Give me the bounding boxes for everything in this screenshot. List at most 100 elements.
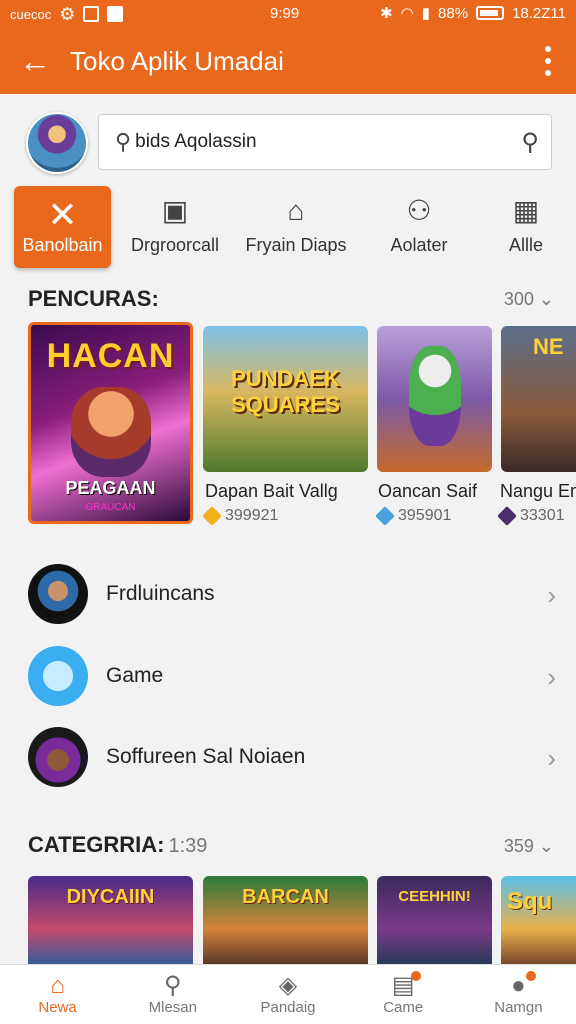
section-title: CATEGRRIA: 1:39	[28, 832, 207, 858]
app-thumbnail[interactable]: PUNDAEK SQUARES	[203, 326, 368, 472]
chevron-down-icon: ⌄	[538, 836, 554, 856]
nav-label: Newa	[38, 999, 77, 1016]
nav-label: Mlesan	[148, 999, 197, 1016]
page-title: Toko Aplik Umadai	[70, 45, 284, 76]
section-count: 359	[503, 836, 534, 856]
chevron-right-icon: ›	[547, 580, 556, 610]
search-submit-icon[interactable]: ⚲	[521, 128, 539, 157]
settings-status-icon: ⚙	[59, 3, 76, 24]
app-rating: 33301	[497, 506, 565, 526]
featured-subtitle: PEAGAAN	[65, 478, 156, 498]
category-label: Banolbain	[22, 235, 103, 255]
status-bar: cuecoc ⚙ 9:99 ✱ ◠ ▮ 88% 18.2Z11	[0, 0, 576, 28]
nav-profile[interactable]: ● Namgn	[461, 965, 576, 1024]
category-tile[interactable]: CEEHHIN!	[377, 876, 492, 964]
app-art-text: PUNDAEK SQUARES	[231, 366, 340, 417]
close-icon: ✕	[47, 194, 78, 235]
list-avatar	[28, 727, 88, 787]
app-title[interactable]: Oancan Saif	[378, 481, 477, 502]
nav-play[interactable]: ◈ Pandaig	[230, 965, 345, 1024]
featured-character-image	[71, 387, 151, 477]
gem-icon	[202, 506, 222, 526]
arrow-left-icon: ←	[19, 42, 51, 79]
app-thumbnail[interactable]: NE	[501, 326, 576, 472]
app-rating-value: 33301	[520, 507, 565, 524]
app-rating-value: 395901	[398, 507, 452, 524]
nav-label: Pandaig	[260, 999, 316, 1016]
square-icon	[107, 6, 124, 22]
search-icon: ⚲	[164, 972, 182, 999]
nav-games[interactable]: ▤ Came	[346, 965, 461, 1024]
list-item-game[interactable]: Game ›	[28, 644, 558, 708]
gem-icon	[497, 506, 517, 526]
category-tile-title: DIYCAIIN	[66, 886, 155, 908]
back-button[interactable]: ←	[0, 28, 70, 94]
chevron-right-icon: ›	[547, 662, 556, 692]
carrier-label: cuecoc	[10, 6, 52, 22]
section-count: 300	[503, 289, 534, 309]
home-icon: ⌂	[50, 972, 65, 999]
app-character-image	[409, 346, 461, 446]
list-item-label: Soffureen Sal Noiaen	[106, 745, 306, 768]
list-item-soffureen[interactable]: Soffureen Sal Noiaen ›	[28, 725, 558, 789]
app-bar: ← Toko Aplik Umadai	[0, 28, 576, 94]
category-label: Drgroorcall	[130, 235, 220, 255]
bottom-navigation: ⌂ Newa ⚲ Mlesan ◈ Pandaig ▤ Came ● Namgn	[0, 964, 576, 1024]
search-query: bids Aqolassin	[135, 131, 257, 152]
category-aolater[interactable]: ⚇ Aolater	[384, 186, 454, 268]
profile-icon: ●	[511, 972, 526, 999]
search-input[interactable]: ⚲ bids Aqolassin ⚲	[98, 114, 552, 170]
category-tile-title: BARCAN	[242, 886, 329, 908]
battery-percent: 88%	[438, 4, 469, 22]
bluetooth-icon: ✱	[380, 5, 393, 22]
featured-game-card[interactable]: HACAN PEAGAAN GRAUCAN	[28, 322, 193, 524]
list-item-label: Frdluincans	[106, 582, 215, 605]
category-label: Allle	[508, 235, 543, 255]
list-item-frdluincans[interactable]: Frdluincans ›	[28, 562, 558, 626]
wifi-icon: ◠	[400, 5, 414, 22]
category-label: Fryain Diaps	[245, 235, 347, 255]
more-options-button[interactable]	[538, 46, 558, 76]
chevron-right-icon: ›	[547, 743, 556, 773]
category-tile[interactable]: BARCAN	[203, 876, 368, 964]
featured-title: HACAN	[46, 337, 175, 375]
search-icon: ⚲	[115, 129, 132, 154]
category-allle[interactable]: ▦ Allle	[500, 186, 552, 268]
section-title-text: CATEGRRIA:	[28, 832, 165, 857]
category-label: Aolater	[390, 235, 448, 255]
nav-home[interactable]: ⌂ Newa	[0, 965, 115, 1024]
category-tile[interactable]: DIYCAIIN	[28, 876, 193, 964]
section-count-dropdown[interactable]: 359 ⌄	[504, 836, 554, 857]
signal-icon: ▮	[421, 5, 431, 22]
app-title[interactable]: Nangu Em	[500, 481, 576, 502]
person-icon: ⚇	[406, 195, 432, 226]
list-avatar	[28, 564, 88, 624]
nav-label: Came	[383, 999, 424, 1016]
notification-badge	[410, 971, 421, 981]
app-rating: 399921	[202, 506, 278, 526]
category-banolbain[interactable]: ✕ Banolbain	[14, 186, 111, 268]
package-icon: ⌂	[287, 195, 305, 226]
category-tile[interactable]: Squ	[501, 876, 576, 964]
briefcase-icon: ▣	[161, 195, 189, 226]
nav-search[interactable]: ⚲ Mlesan	[115, 965, 230, 1024]
grid-icon: ▦	[512, 195, 540, 226]
app-thumbnail[interactable]	[377, 326, 492, 472]
user-avatar[interactable]	[26, 112, 88, 174]
section-count-dropdown[interactable]: 300 ⌄	[504, 289, 554, 310]
featured-caption: GRAUCAN	[85, 502, 136, 513]
gem-icon	[375, 506, 395, 526]
section-subtitle: 1:39	[168, 835, 208, 857]
list-item-label: Game	[106, 664, 164, 687]
category-fryain-diaps[interactable]: ⌂ Fryain Diaps	[244, 186, 348, 268]
app-title[interactable]: Dapan Bait Vallg	[205, 481, 338, 502]
chevron-down-icon: ⌄	[538, 289, 554, 309]
status-time: 9:99	[270, 5, 300, 22]
category-drgroorcall[interactable]: ▣ Drgroorcall	[126, 186, 224, 268]
app-art-text: NE	[533, 334, 564, 359]
section-title: PENCURAS:	[28, 286, 159, 311]
list-avatar	[28, 646, 88, 706]
battery-icon	[476, 6, 505, 20]
status-clock: 18.2Z11	[512, 4, 566, 22]
play-icon: ◈	[278, 972, 298, 999]
